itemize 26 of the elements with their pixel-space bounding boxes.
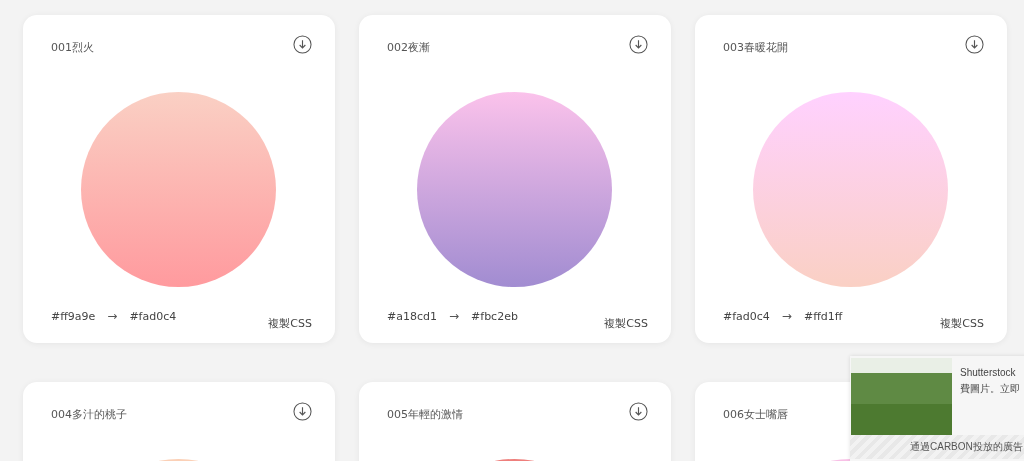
gradient-title: 003春暖花開 [723,39,788,55]
arrow-text: → [107,309,118,323]
download-icon[interactable] [965,34,984,54]
photo-placeholder[interactable] [851,358,952,435]
ad-text[interactable]: 費圖片。立即 [960,382,1020,396]
download-icon[interactable] [293,34,312,54]
hex-code: #fbc2eb [471,309,518,323]
copy-css-button[interactable]: 複製CSS [940,316,984,331]
arrow-text: → [449,309,460,323]
hex-code: #ff9a9e [51,309,96,323]
gradient-title: 006女士嘴唇 [723,406,788,422]
hex-code: #fad0c4 [723,309,770,323]
gradient-title: 001烈火 [51,39,94,55]
download-icon[interactable] [629,34,648,54]
download-icon[interactable] [293,401,312,421]
gradient-title: 004多汁的桃子 [51,406,127,422]
download-icon[interactable] [629,401,648,421]
gradient-title: 002夜漸 [387,39,430,55]
copy-css-button[interactable]: 複製CSS [268,316,312,331]
copy-css-button[interactable]: 複製CSS [604,316,648,331]
gradient-title: 005年輕的激情 [387,406,463,422]
ad-text[interactable]: Shutterstock [960,367,1020,378]
hex-code: #fad0c4 [129,309,177,323]
hex-code: #ffd1ff [803,309,843,323]
arrow-text: → [781,309,792,323]
hex-code: #a18cd1 [387,309,437,323]
